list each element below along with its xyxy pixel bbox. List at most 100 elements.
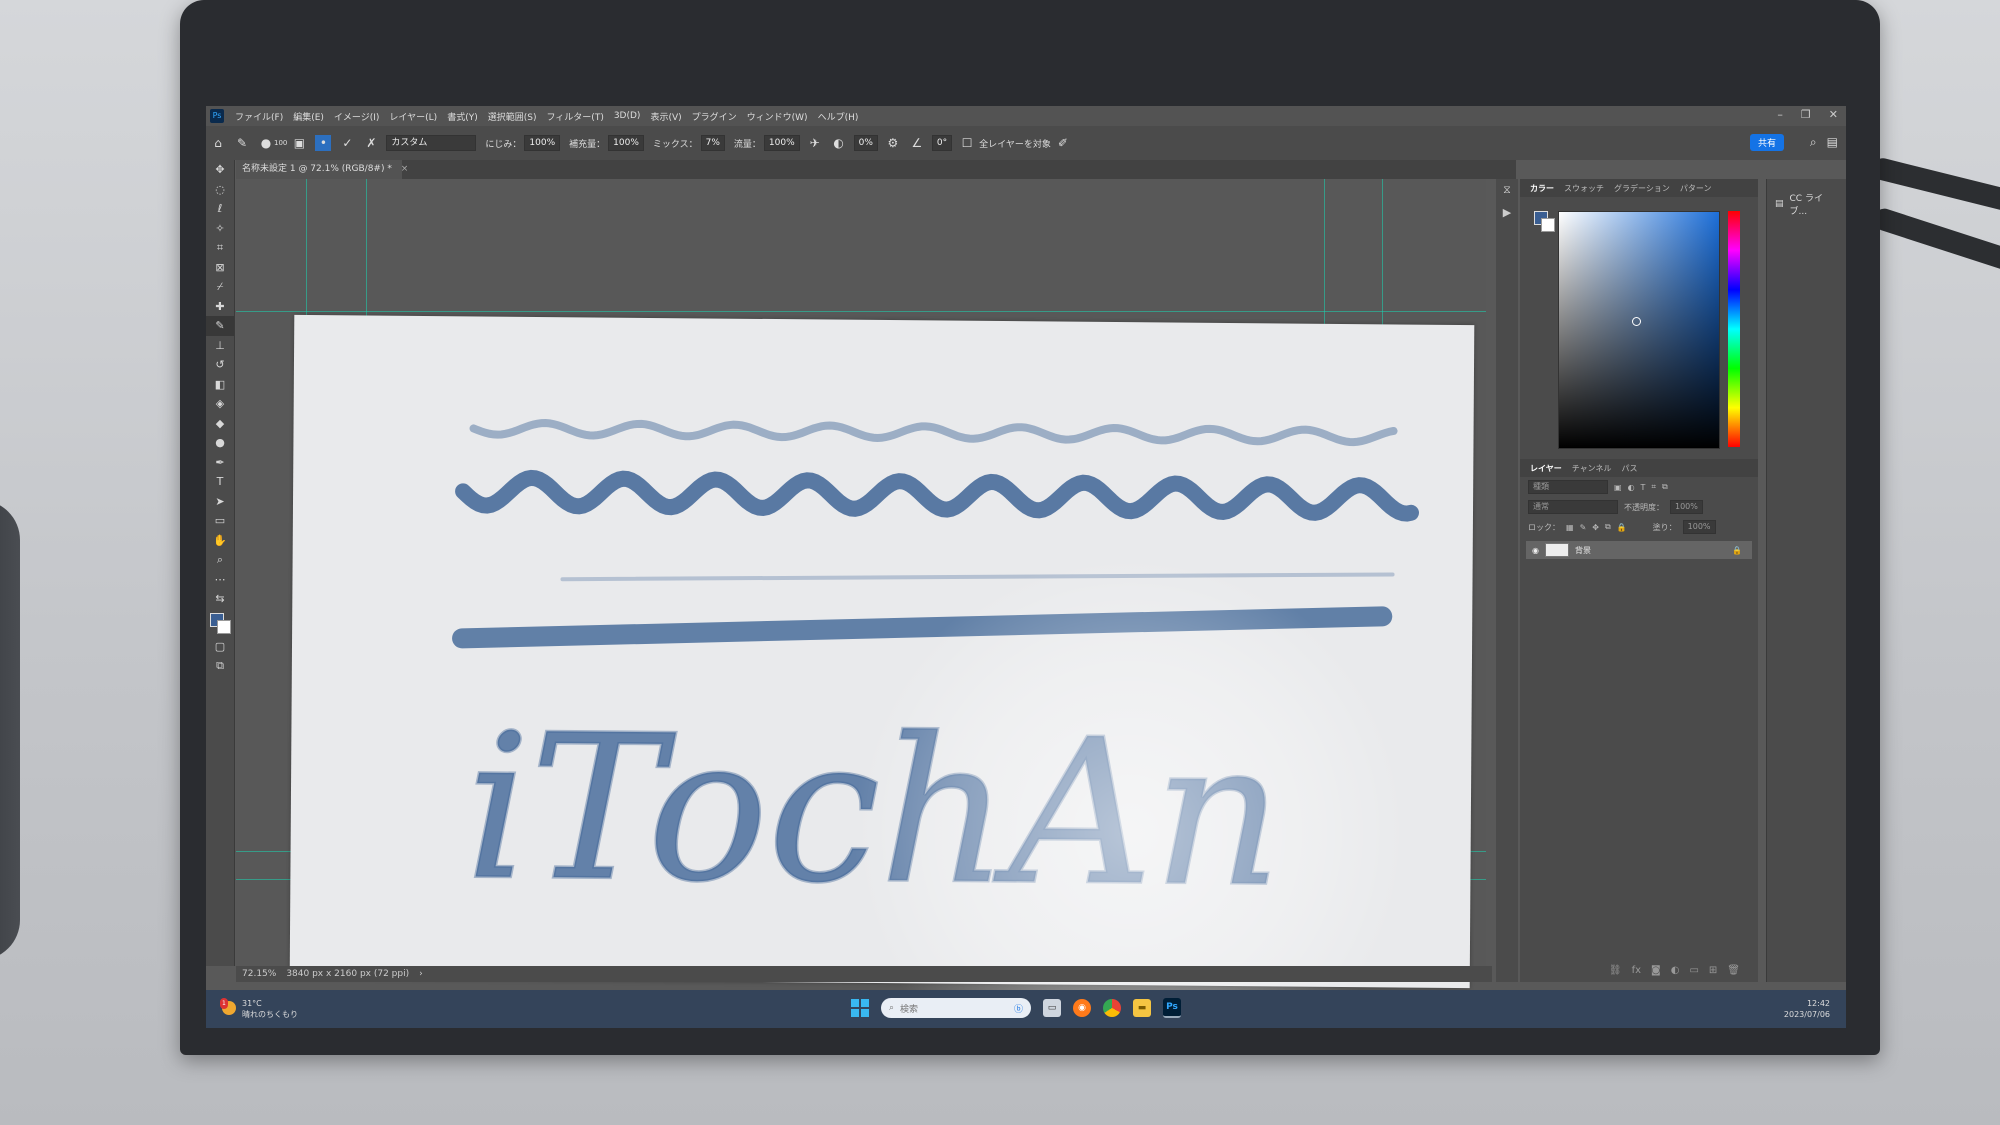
eye-icon[interactable]: ◉ <box>1532 546 1539 555</box>
quick-select-tool-icon[interactable]: ✧ <box>206 219 234 239</box>
brush-preset-icon[interactable]: ● <box>258 135 274 151</box>
bucket-tool-icon[interactable]: ◈ <box>206 394 234 414</box>
mixer-brush-tool-icon[interactable]: ✎ <box>234 135 250 151</box>
swap-colors-icon[interactable]: ⇆ <box>206 589 234 609</box>
layer-row-background[interactable]: ◉ 背景 🔒 <box>1526 541 1752 559</box>
filter-smart-icon[interactable]: ⧉ <box>1662 482 1668 492</box>
tab-paths[interactable]: パス <box>1622 463 1638 474</box>
lock-paint-icon[interactable]: ✎ <box>1580 523 1587 532</box>
hue-slider[interactable] <box>1728 211 1740 447</box>
minimize-icon[interactable]: – <box>1777 108 1783 121</box>
menu-plugins[interactable]: プラグイン <box>687 110 742 123</box>
tab-layers[interactable]: レイヤー <box>1530 463 1562 474</box>
status-arrow-icon[interactable]: › <box>419 966 423 982</box>
wet-field[interactable]: 100% <box>524 135 561 151</box>
start-button[interactable] <box>851 999 869 1017</box>
stamp-tool-icon[interactable]: ⊥ <box>206 336 234 356</box>
dodge-tool-icon[interactable]: ● <box>206 433 234 453</box>
menu-type[interactable]: 書式(Y) <box>442 110 483 123</box>
menu-view[interactable]: 表示(V) <box>645 110 686 123</box>
opacity-field[interactable]: 100% <box>1670 500 1703 514</box>
document-canvas[interactable]: iTochAn <box>289 314 1475 1028</box>
chrome-icon[interactable] <box>1103 999 1121 1017</box>
history-brush-tool-icon[interactable]: ↺ <box>206 355 234 375</box>
menu-3d[interactable]: 3D(D) <box>609 111 646 121</box>
folder-icon[interactable]: ▭ <box>1689 965 1698 976</box>
document-tab[interactable]: 名称未設定 1 @ 72.1% (RGB/8#) * × <box>236 160 408 179</box>
menu-filter[interactable]: フィルター(T) <box>541 110 608 123</box>
tab-patterns[interactable]: パターン <box>1680 183 1712 194</box>
shape-tool-icon[interactable]: ▭ <box>206 511 234 531</box>
marquee-tool-icon[interactable]: ◌ <box>206 180 234 200</box>
background-color[interactable] <box>1541 218 1555 232</box>
filter-pixel-icon[interactable]: ▣ <box>1614 483 1622 492</box>
share-button[interactable]: 共有 <box>1749 134 1784 151</box>
load-field[interactable]: 100% <box>608 135 644 151</box>
tab-swatches[interactable]: スウォッチ <box>1564 183 1604 194</box>
color-panel-swatches[interactable] <box>1534 211 1555 232</box>
photoshop-taskbar-icon[interactable]: Ps <box>1163 998 1181 1018</box>
workspace-icon[interactable]: ▤ <box>1827 135 1838 150</box>
path-select-tool-icon[interactable]: ➤ <box>206 492 234 512</box>
lasso-tool-icon[interactable]: ℓ <box>206 199 234 219</box>
weather-widget[interactable]: 1 31°C 晴れのちくもり <box>220 998 298 1020</box>
tab-color[interactable]: カラー <box>1530 183 1554 194</box>
tab-gradients[interactable]: グラデーション <box>1614 183 1670 194</box>
color-swatches[interactable] <box>210 612 231 634</box>
lock-transparent-icon[interactable]: ▦ <box>1566 523 1574 532</box>
restore-icon[interactable]: ❐ <box>1801 108 1811 121</box>
firefox-icon[interactable]: ◉ <box>1073 999 1091 1017</box>
system-clock[interactable]: 12:42 2023/07/06 <box>1784 998 1830 1020</box>
history-icon[interactable]: ⧖ <box>1496 179 1518 201</box>
zoom-tool-icon[interactable]: ⌕ <box>206 550 234 570</box>
screen-mode-icon[interactable]: ⧉ <box>206 656 234 676</box>
mixer-brush-tool-icon[interactable]: ✎ <box>206 316 234 336</box>
color-picker-field[interactable] <box>1558 211 1720 449</box>
mask-icon[interactable]: ◙ <box>1651 965 1661 976</box>
clean-brush-icon[interactable]: ✗ <box>363 135 379 151</box>
checkbox-sample-all[interactable]: ☐ <box>959 135 975 151</box>
pen-tool-icon[interactable]: ✒ <box>206 453 234 473</box>
menu-select[interactable]: 選択範囲(S) <box>483 110 542 123</box>
crop-tool-icon[interactable]: ⌗ <box>206 238 234 258</box>
current-brush-load-icon[interactable]: • <box>315 135 332 151</box>
angle-field[interactable]: 0° <box>931 135 953 151</box>
gear-icon[interactable]: ⚙ <box>885 135 901 151</box>
pressure-icon[interactable]: ✐ <box>1055 135 1071 151</box>
background-color[interactable] <box>217 619 231 634</box>
lock-artboard-icon[interactable]: ⧉ <box>1605 522 1611 532</box>
airbrush-icon[interactable]: ✈ <box>807 135 823 151</box>
menu-edit[interactable]: 編集(E) <box>288 110 329 123</box>
cc-libraries-item[interactable]: ▤ CC ライブ... <box>1767 179 1846 229</box>
menu-layer[interactable]: レイヤー(L) <box>384 110 442 123</box>
color-picker-handle[interactable] <box>1632 317 1641 326</box>
lock-all-icon[interactable]: 🔒 <box>1617 523 1627 532</box>
healing-tool-icon[interactable]: ✚ <box>206 297 234 317</box>
menu-help[interactable]: ヘルプ(H) <box>813 110 864 123</box>
blur-tool-icon[interactable]: ◆ <box>206 414 234 434</box>
smoothing-field[interactable]: 0% <box>853 135 878 151</box>
hand-tool-icon[interactable]: ✋ <box>206 531 234 551</box>
brush-settings-icon[interactable]: ▣ <box>291 135 307 151</box>
filter-adjust-icon[interactable]: ◐ <box>1628 483 1635 492</box>
trash-icon[interactable]: 🗑 <box>1727 965 1740 976</box>
close-icon[interactable]: ✕ <box>1829 108 1838 121</box>
fx-icon[interactable]: fx <box>1632 965 1641 976</box>
quick-mask-icon[interactable]: ▢ <box>206 637 234 657</box>
actions-play-icon[interactable]: ▶ <box>1496 201 1518 223</box>
adjustment-icon[interactable]: ◐ <box>1671 965 1680 976</box>
filter-shape-icon[interactable]: ⌗ <box>1651 482 1656 492</box>
file-explorer-icon[interactable]: ▬ <box>1133 999 1151 1017</box>
mix-field[interactable]: 7% <box>700 135 725 151</box>
more-tools-icon[interactable]: ⋯ <box>206 570 234 590</box>
move-tool-icon[interactable]: ✥ <box>206 160 234 180</box>
canvas-area[interactable]: iTochAn <box>236 179 1486 1028</box>
tab-channels[interactable]: チャンネル <box>1572 463 1612 474</box>
new-layer-icon[interactable]: ⊞ <box>1709 965 1717 976</box>
eyedropper-tool-icon[interactable]: ⌿ <box>206 277 234 297</box>
layer-kind-filter[interactable]: 種類 <box>1528 480 1608 494</box>
blend-mode-select[interactable]: 通常 <box>1528 500 1618 514</box>
filter-type-icon[interactable]: T <box>1641 483 1646 492</box>
frame-tool-icon[interactable]: ⊠ <box>206 258 234 278</box>
menu-file[interactable]: ファイル(F) <box>230 110 288 123</box>
